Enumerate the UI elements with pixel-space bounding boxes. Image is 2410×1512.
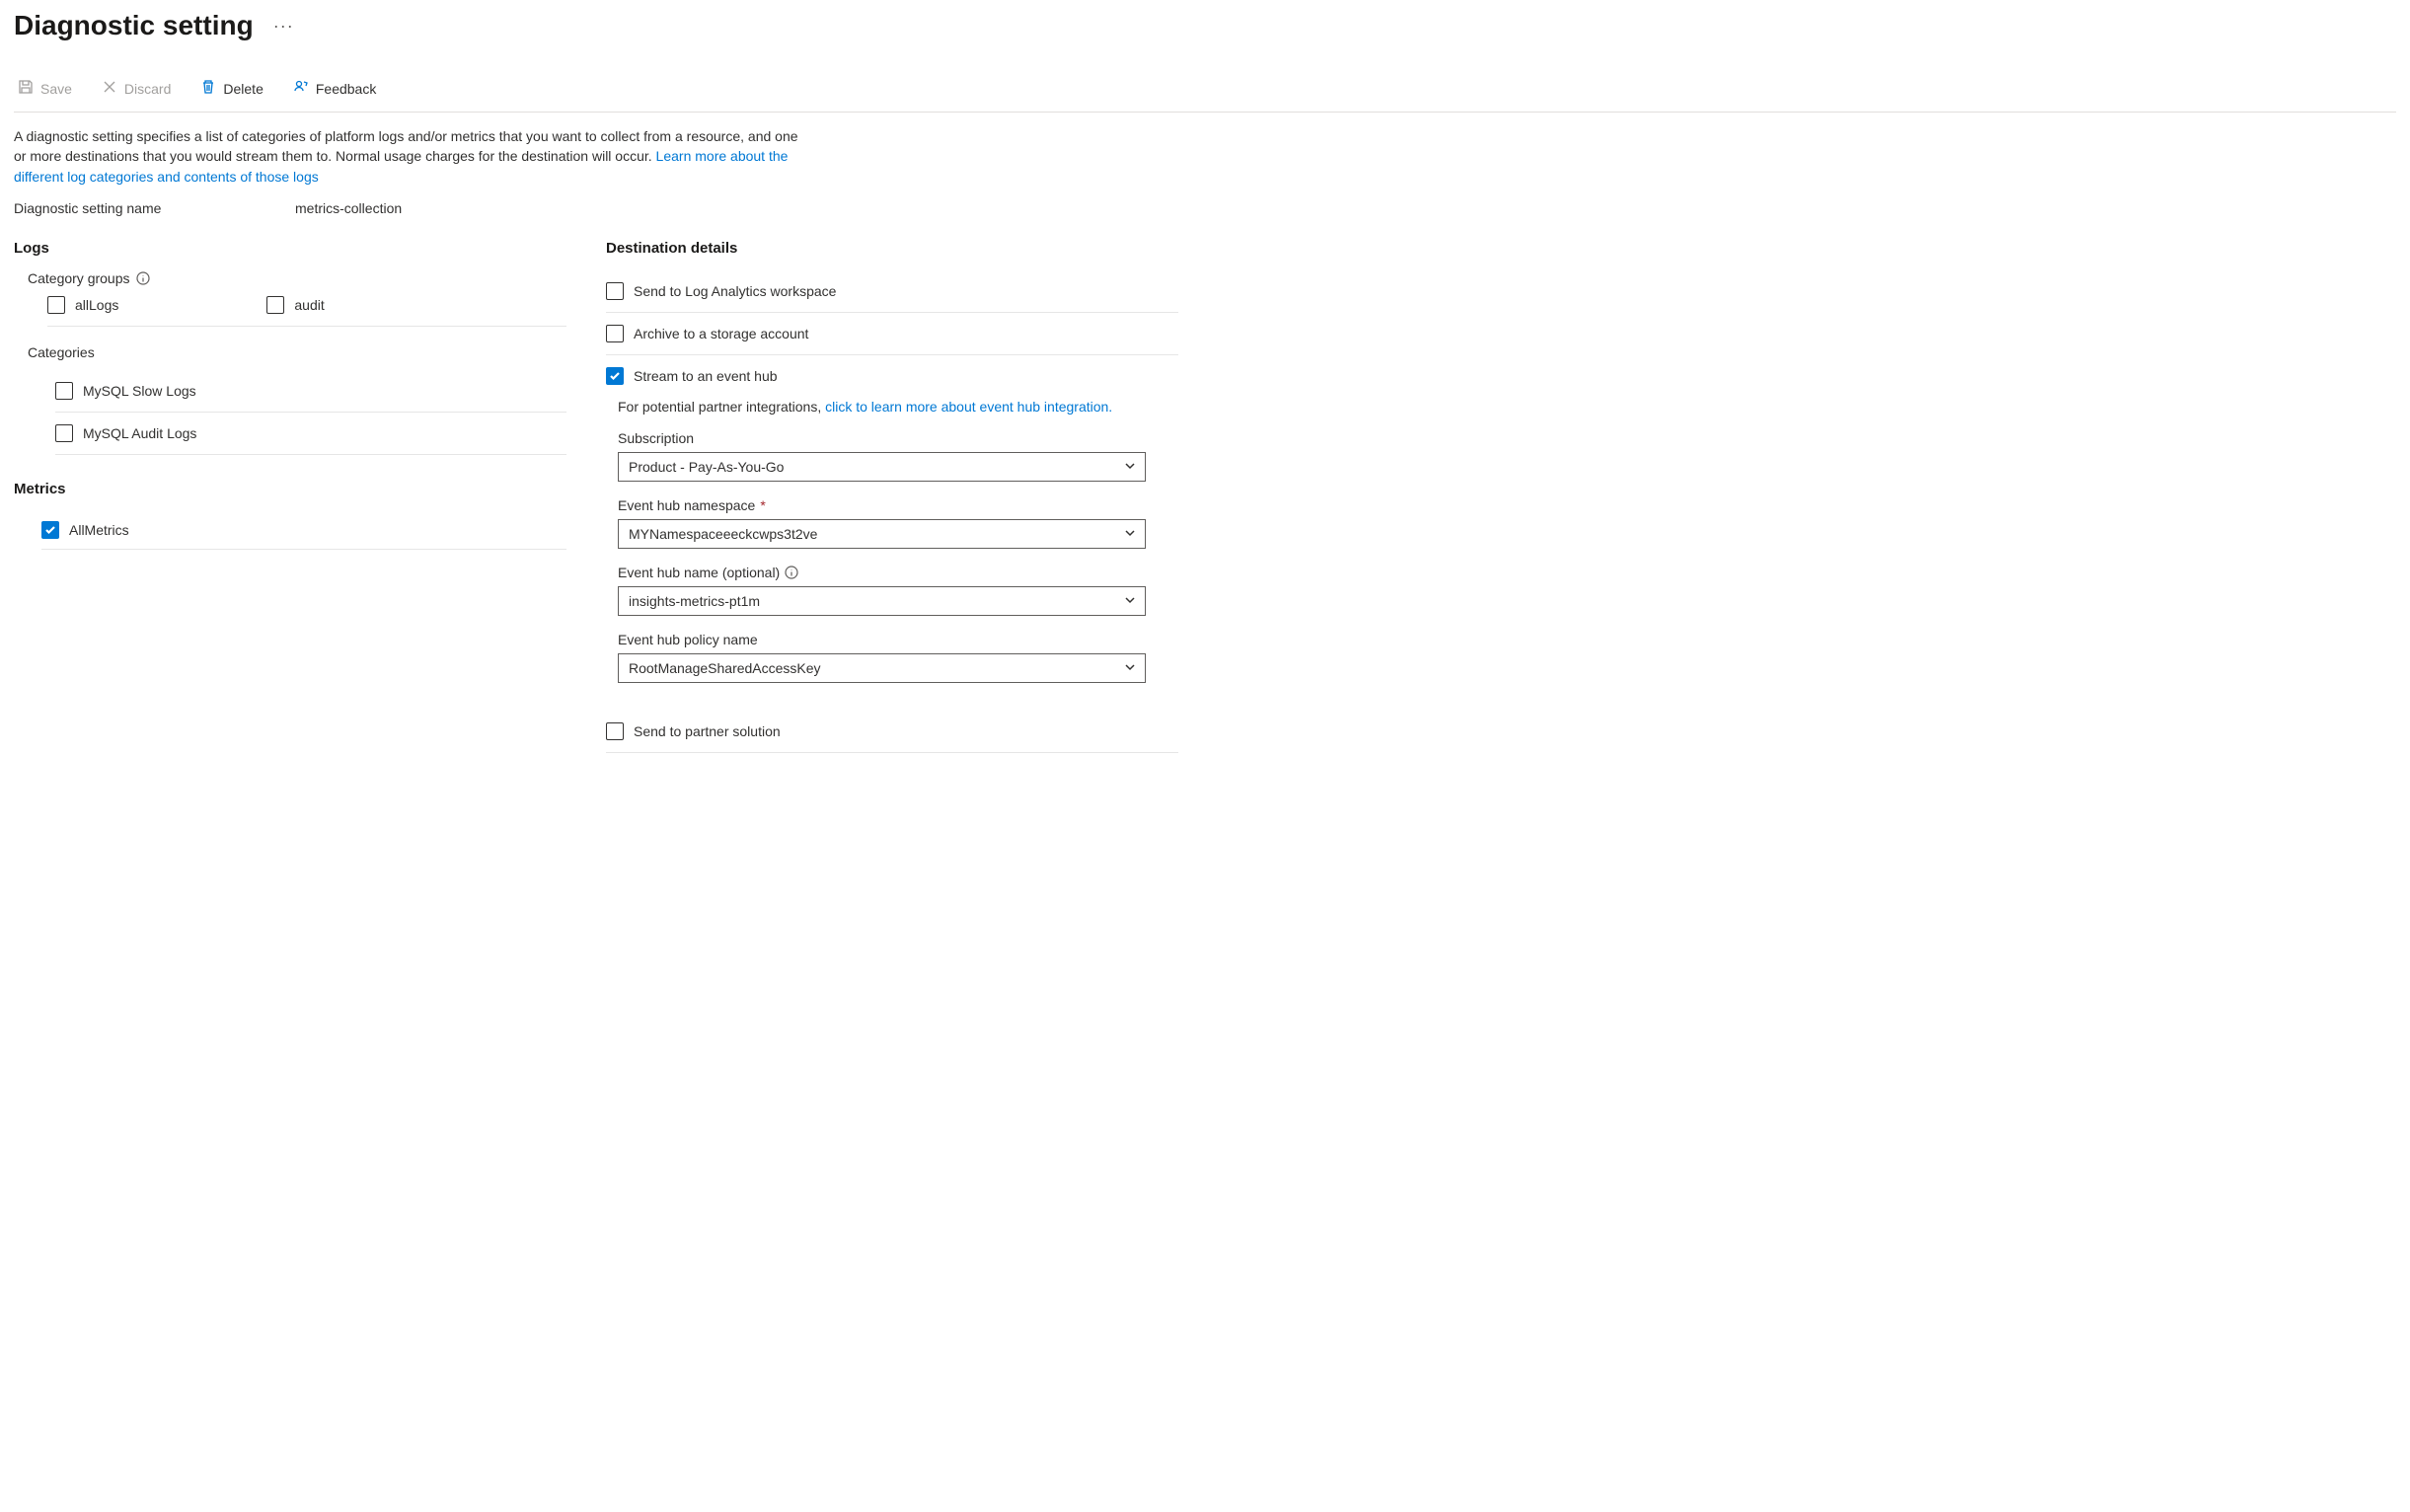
checkbox-box-checked	[41, 521, 59, 539]
setting-name-value: metrics-collection	[295, 200, 402, 216]
subscription-select[interactable]: Product - Pay-As-You-Go	[618, 452, 1146, 482]
category-groups-label: Category groups	[28, 270, 130, 286]
feedback-label: Feedback	[316, 81, 376, 97]
checkbox-allmetrics[interactable]: AllMetrics	[41, 521, 566, 539]
info-icon[interactable]	[785, 566, 798, 579]
save-icon	[18, 79, 34, 98]
checkbox-label: allLogs	[75, 297, 118, 313]
categories-label: Categories	[28, 344, 95, 360]
delete-button[interactable]: Delete	[196, 77, 266, 100]
checkbox-box-checked	[606, 367, 624, 385]
save-button[interactable]: Save	[14, 77, 76, 100]
checkbox-box	[55, 424, 73, 442]
discard-label: Discard	[124, 81, 171, 97]
trash-icon	[200, 79, 216, 98]
feedback-button[interactable]: Feedback	[289, 77, 380, 100]
checkbox-box	[606, 722, 624, 740]
required-indicator: *	[760, 497, 765, 513]
metrics-heading: Metrics	[14, 481, 566, 497]
destinations-heading: Destination details	[606, 240, 1178, 257]
checkbox-event-hub[interactable]: Stream to an event hub	[606, 367, 1178, 385]
checkbox-box	[606, 282, 624, 300]
delete-label: Delete	[223, 81, 263, 97]
setting-name-label: Diagnostic setting name	[14, 200, 295, 216]
checkbox-label: MySQL Slow Logs	[83, 383, 196, 399]
checkbox-mysql-slow-logs[interactable]: MySQL Slow Logs	[55, 382, 566, 400]
save-label: Save	[40, 81, 72, 97]
close-icon	[102, 79, 117, 98]
checkbox-box	[266, 296, 284, 314]
page-title: Diagnostic setting	[14, 10, 254, 41]
namespace-select[interactable]: MYNamespaceeeckcwps3t2ve	[618, 519, 1146, 549]
checkbox-storage[interactable]: Archive to a storage account	[606, 325, 1178, 342]
checkbox-alllogs[interactable]: allLogs	[47, 296, 118, 314]
feedback-icon	[293, 79, 309, 98]
checkbox-audit[interactable]: audit	[266, 296, 324, 314]
checkbox-label: Send to Log Analytics workspace	[634, 283, 836, 299]
checkbox-box	[55, 382, 73, 400]
eventhub-name-label: Event hub name (optional)	[618, 565, 780, 580]
checkbox-partner[interactable]: Send to partner solution	[606, 722, 1178, 740]
checkbox-label: Archive to a storage account	[634, 326, 808, 341]
eventhub-name-select[interactable]: insights-metrics-pt1m	[618, 586, 1146, 616]
intro-text: A diagnostic setting specifies a list of…	[14, 126, 803, 187]
checkbox-box	[606, 325, 624, 342]
event-hub-hint: For potential partner integrations, clic…	[618, 399, 1178, 415]
toolbar: Save Discard Delete Feedback	[14, 71, 2396, 113]
hint-prefix: For potential partner integrations,	[618, 399, 825, 415]
policy-label: Event hub policy name	[618, 632, 758, 647]
checkbox-mysql-audit-logs[interactable]: MySQL Audit Logs	[55, 424, 566, 442]
subscription-label: Subscription	[618, 430, 694, 446]
info-icon[interactable]	[136, 271, 150, 285]
checkbox-label: AllMetrics	[69, 522, 129, 538]
more-menu-icon[interactable]: ···	[273, 16, 294, 37]
policy-select[interactable]: RootManageSharedAccessKey	[618, 653, 1146, 683]
logs-heading: Logs	[14, 240, 566, 257]
namespace-label: Event hub namespace	[618, 497, 755, 513]
checkbox-label: Send to partner solution	[634, 723, 781, 739]
checkbox-box	[47, 296, 65, 314]
checkbox-label: Stream to an event hub	[634, 368, 778, 384]
discard-button[interactable]: Discard	[98, 77, 175, 100]
event-hub-integration-link[interactable]: click to learn more about event hub inte…	[825, 399, 1112, 415]
checkbox-log-analytics[interactable]: Send to Log Analytics workspace	[606, 282, 1178, 300]
checkbox-label: audit	[294, 297, 324, 313]
checkbox-label: MySQL Audit Logs	[83, 425, 196, 441]
